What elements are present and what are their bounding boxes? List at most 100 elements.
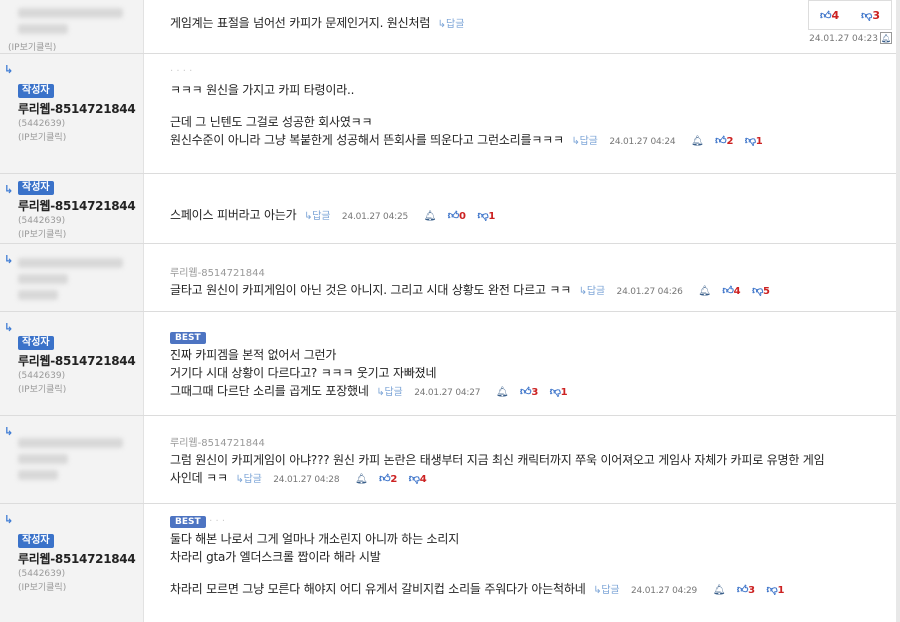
comment-line-text: 원신수준이 아니라 그냥 복붙한게 성공해서 뜬회사를 띄운다고 그런소리를ㅋㅋ… bbox=[170, 133, 564, 147]
scrollbar[interactable] bbox=[896, 0, 900, 622]
thumbs-down-icon: 👎︎ bbox=[766, 583, 778, 596]
thumbs-up-icon: 👍︎ bbox=[736, 583, 749, 596]
downvote-button[interactable]: 👎︎5 bbox=[752, 282, 770, 301]
writer-badge: 작성자 bbox=[18, 84, 54, 98]
comment-line bbox=[170, 99, 870, 113]
downvote-button[interactable]: 👎︎4 bbox=[409, 470, 427, 489]
comment-list: (IP보기클릭) 게임계는 표절을 넘어선 카피가 문제인거지. 원신처럼 ↳답… bbox=[0, 0, 900, 622]
bell-icon[interactable]: 🔔︎ bbox=[698, 283, 711, 301]
blurred-author-id bbox=[18, 454, 68, 464]
author-id: (5442639) bbox=[18, 216, 66, 226]
reply-link[interactable]: ↳답글 bbox=[235, 474, 261, 485]
bell-icon[interactable]: 🔔︎ bbox=[713, 582, 726, 600]
comment-time: 24.01.27 04:27 bbox=[414, 388, 481, 398]
downvote-button[interactable]: 👎︎1 bbox=[550, 383, 568, 402]
comment-row: ↳ 루리웹-8514721844 글타고 원신이 카피게임이 아닌 것은 아니지… bbox=[0, 244, 900, 312]
ip-view-link[interactable]: (IP보기클릭) bbox=[18, 227, 137, 240]
comment-line: 근데 그 닌텐도 그걸로 성공한 회사였ㅋㅋ bbox=[170, 115, 373, 129]
comment-row: ↳ 작성자 루리웹-8514721844 (5442639) (IP보기클릭) … bbox=[0, 54, 900, 174]
downvote-button[interactable]: 👎︎1 bbox=[767, 581, 785, 600]
bell-icon[interactable]: 🔔︎ bbox=[496, 384, 509, 402]
blurred-author-name bbox=[18, 438, 123, 448]
comment-line: 차라리 모르면 그냥 모른다 해야지 어디 유게서 갈비지컵 소리들 주워다가 … bbox=[170, 580, 870, 600]
author-name[interactable]: 루리웹-8514721844 bbox=[18, 197, 137, 214]
blurred-author-name bbox=[18, 258, 123, 268]
comment-author: ↳ 작성자 루리웹-8514721844 (5442639) (IP보기클릭) bbox=[0, 54, 144, 173]
blurred-author-id bbox=[18, 274, 68, 284]
comment-line: 원신수준이 아니라 그냥 복붙한게 성공해서 뜬회사를 띄운다고 그런소리를ㅋㅋ… bbox=[170, 131, 870, 151]
comment-line: 그때그때 다르단 소리를 곱게도 포장했네 ↳답글 24.01.27 04:27… bbox=[170, 382, 870, 402]
comment-line-text: 사인데 ㅋㅋ bbox=[170, 471, 228, 485]
thumbs-up-icon: 👍︎ bbox=[379, 472, 391, 485]
bell-icon[interactable]: 🔔︎ bbox=[424, 208, 437, 226]
author-name[interactable]: 루리웹-8514721844 bbox=[18, 352, 137, 369]
ip-view-link[interactable]: (IP보기클릭) bbox=[18, 580, 137, 593]
comment-line-text: 그때그때 다르단 소리를 곱게도 포장했네 bbox=[170, 384, 369, 398]
comment-line: 사인데 ㅋㅋ ↳답글 24.01.27 04:28 🔔︎ 👍︎2 👎︎4 bbox=[170, 469, 870, 489]
reply-link[interactable]: ↳답글 bbox=[304, 211, 330, 222]
thumbs-up-icon: 👍︎ bbox=[520, 385, 532, 398]
reply-link[interactable]: ↳답글 bbox=[376, 387, 402, 398]
blurred-ip bbox=[18, 470, 58, 480]
best-badge: BEST bbox=[170, 516, 206, 528]
reply-arrow-icon: ↳ bbox=[4, 425, 14, 438]
reply-arrow-icon: ↳ bbox=[4, 63, 14, 76]
reply-arrow-icon: ↳ bbox=[4, 253, 14, 266]
reply-link[interactable]: ↳답글 bbox=[579, 286, 605, 297]
author-id: (5442639) bbox=[18, 119, 66, 129]
comment-time: 24.01.27 04:25 bbox=[341, 212, 408, 222]
comment-line: ㅋㅋㅋ 원신을 가지고 카피 타령이라.. bbox=[170, 83, 355, 97]
writer-badge: 작성자 bbox=[18, 181, 54, 195]
bell-icon[interactable]: 🔔︎ bbox=[691, 133, 704, 151]
ip-view-link[interactable]: (IP보기클릭) bbox=[18, 382, 137, 395]
blurred-quote: · · · · bbox=[170, 66, 193, 77]
downvote-button[interactable]: 👎︎1 bbox=[745, 132, 763, 151]
comment-line: 그럼 원신이 카피게임이 아냐??? 원신 카피 논란은 태생부터 지금 최신 … bbox=[170, 453, 825, 467]
upvote-button[interactable]: 👍︎2 bbox=[715, 132, 733, 151]
comment-body: · · · · ㅋㅋㅋ 원신을 가지고 카피 타령이라.. 근데 그 닌텐도 그… bbox=[144, 54, 900, 173]
comment-row: ↳ 루리웹-8514721844 그럼 원신이 카피게임이 아냐??? 원신 카… bbox=[0, 416, 900, 504]
upvote-button[interactable]: 👍︎4 bbox=[722, 282, 740, 301]
reply-link[interactable]: ↳답글 bbox=[572, 136, 598, 147]
best-badge: BEST bbox=[170, 332, 206, 344]
thumbs-down-icon: 👎︎ bbox=[861, 8, 873, 22]
thumbs-down-icon: 👎︎ bbox=[549, 385, 561, 398]
comment-line: 스페이스 피버라고 아는가 ↳답글 24.01.27 04:25 🔔︎ 👍︎0 … bbox=[170, 206, 870, 226]
bell-icon[interactable]: 🔔︎ bbox=[880, 32, 892, 44]
comment-author: ↳ bbox=[0, 416, 144, 503]
author-name[interactable]: 루리웹-8514721844 bbox=[18, 100, 137, 117]
comment-body: 루리웹-8514721844 글타고 원신이 카피게임이 아닌 것은 아니지. … bbox=[144, 244, 900, 311]
author-id: (5442639) bbox=[18, 371, 66, 381]
comment-time: 24.01.27 04:28 bbox=[273, 475, 340, 485]
upvote-button[interactable]: 👍︎0 bbox=[448, 207, 466, 226]
upvote-button[interactable]: 👍︎4 bbox=[820, 9, 839, 22]
comment-line: 차라리 gta가 엘더스크롤 짭이라 해라 시발 bbox=[170, 550, 381, 564]
comment-line: 거기다 시대 상황이 다르다고? ㅋㅋㅋ 웃기고 자빠졌네 bbox=[170, 366, 437, 380]
bell-icon[interactable]: 🔔︎ bbox=[355, 471, 368, 489]
thumbs-down-icon: 👎︎ bbox=[744, 134, 756, 147]
comment-row: ↳ 작성자 루리웹-8514721844 (5442639) (IP보기클릭) … bbox=[0, 312, 900, 416]
thumbs-up-icon: 👍︎ bbox=[715, 134, 727, 147]
upvote-button[interactable]: 👍︎2 bbox=[379, 470, 397, 489]
comment-author: ↳ 작성자 루리웹-8514721844 (5442639) (IP보기클릭) bbox=[0, 174, 144, 243]
comment-time: 24.01.27 04:23 bbox=[809, 34, 878, 44]
reply-link[interactable]: ↳답글 bbox=[593, 585, 619, 596]
comment-line-text: 글타고 원신이 카피게임이 아닌 것은 아니지. 그리고 시대 상황도 완전 다… bbox=[170, 283, 572, 297]
comment-line bbox=[170, 566, 870, 580]
comment-row: (IP보기클릭) 게임계는 표절을 넘어선 카피가 문제인거지. 원신처럼 ↳답… bbox=[0, 0, 900, 54]
thumbs-down-icon: 👎︎ bbox=[477, 209, 489, 222]
upvote-button[interactable]: 👍︎3 bbox=[737, 581, 755, 600]
downvote-button[interactable]: 👎︎1 bbox=[477, 207, 495, 226]
author-name[interactable]: 루리웹-8514721844 bbox=[18, 550, 137, 567]
writer-badge: 작성자 bbox=[18, 336, 54, 350]
comment-body: 루리웹-8514721844 그럼 원신이 카피게임이 아냐??? 원신 카피 … bbox=[144, 416, 900, 503]
blurred-author-id bbox=[18, 24, 68, 34]
comment-author: ↳ 작성자 루리웹-8514721844 (5442639) (IP보기클릭) bbox=[0, 504, 144, 622]
quoted-author: 루리웹-8514721844 bbox=[170, 268, 265, 279]
upvote-button[interactable]: 👍︎3 bbox=[520, 383, 538, 402]
ip-view-link[interactable]: (IP보기클릭) bbox=[18, 130, 137, 143]
reply-link[interactable]: ↳답글 bbox=[438, 19, 465, 30]
comment-body: BEST 진짜 카피겜을 본적 없어서 그런가 거기다 시대 상황이 다르다고?… bbox=[144, 312, 900, 415]
downvote-button[interactable]: 👎︎3 bbox=[861, 9, 880, 22]
ip-view-link[interactable]: (IP보기클릭) bbox=[8, 40, 137, 53]
